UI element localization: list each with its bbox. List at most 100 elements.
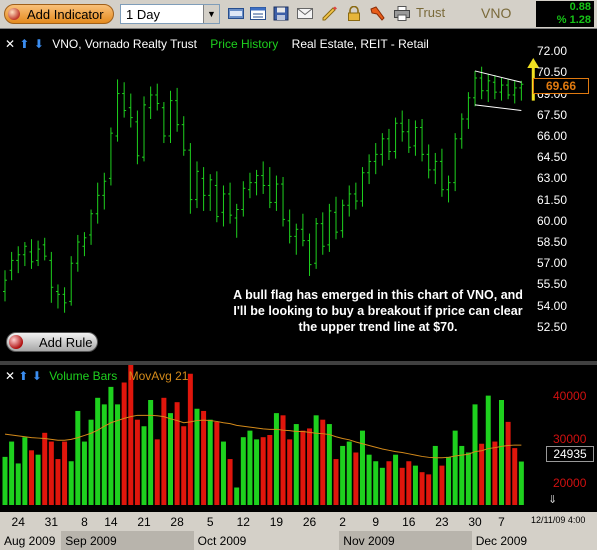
ohlc-bar — [214, 171, 219, 223]
month-label: Dec 2009 — [475, 534, 528, 548]
layout-icon[interactable] — [250, 6, 266, 21]
volume-bar — [161, 397, 167, 505]
ohlc-bar — [519, 80, 524, 101]
volume-bar — [412, 465, 418, 505]
ohlc-bar — [122, 82, 127, 118]
x-tick-label: 21 — [137, 515, 151, 529]
volume-panel-header: ✕ ⬆ ⬇ Volume Bars MovAvg 21 — [5, 369, 188, 383]
month-label: Oct 2009 — [197, 534, 247, 548]
ohlc-bar — [82, 232, 87, 257]
volume-bar — [340, 445, 346, 505]
price-panel-header: ✕ ⬆ ⬇ VNO, Vornado Realty Trust Price Hi… — [5, 37, 429, 51]
trust-label: Trust — [416, 5, 446, 20]
ohlc-bar — [426, 144, 431, 179]
ohlc-bar — [281, 176, 286, 227]
ohlc-bar — [89, 209, 94, 245]
ohlc-bar — [49, 251, 54, 303]
volume-bar — [359, 430, 365, 505]
arrow-down-icon[interactable]: ⬇ — [32, 369, 42, 383]
save-icon[interactable] — [273, 6, 289, 21]
x-tick-label: 28 — [170, 515, 184, 529]
volume-series-label[interactable]: Volume Bars — [49, 369, 117, 383]
ohlc-bar — [439, 148, 444, 197]
add-rule-button[interactable]: Add Rule — [6, 332, 98, 352]
volume-bar — [28, 450, 34, 505]
y-tick-label: 72.00 — [537, 44, 568, 59]
print-icon[interactable] — [394, 6, 410, 21]
period-select[interactable]: 1 Day ▼ — [120, 4, 220, 24]
ohlc-bar — [161, 102, 166, 144]
toolbar: Add Indicator 1 Day ▼ Trust VNO 0.88 % 1… — [0, 0, 597, 29]
volume-bar — [287, 439, 293, 505]
add-indicator-button[interactable]: Add Indicator — [4, 4, 114, 24]
volume-bar — [373, 461, 379, 505]
ohlc-bar — [75, 234, 80, 272]
ohlc-bar — [459, 113, 464, 149]
close-icon[interactable]: ✕ — [5, 37, 15, 51]
mail-icon[interactable] — [297, 6, 313, 21]
moving-average-label[interactable]: MovAvg 21 — [129, 369, 189, 383]
ohlc-bar — [340, 199, 345, 238]
volume-bar — [465, 452, 471, 505]
ohlc-bar — [327, 203, 332, 252]
volume-bar — [326, 424, 332, 505]
chart-app: Add Indicator 1 Day ▼ Trust VNO 0.88 % 1… — [0, 0, 597, 550]
annotation-text: A bull flag has emerged in this chart of… — [233, 288, 523, 334]
price-panel: ✕ ⬆ ⬇ VNO, Vornado Realty Trust Price Hi… — [0, 30, 597, 360]
volume-bar — [254, 439, 260, 505]
ohlc-bar — [254, 169, 259, 196]
y-tick-label: 63.00 — [537, 171, 568, 186]
volume-bar — [280, 415, 286, 505]
ohlc-bar — [55, 284, 60, 309]
y-tick-label: 20000 — [553, 476, 587, 491]
price-change: 0.88 — [569, 1, 591, 13]
date-axis[interactable]: 24 31 8 14 21 28 5 12 19 26 2 9 16 23 30 7 Aug 2009 Sep … — [0, 512, 597, 550]
ohlc-bar — [453, 133, 458, 192]
rule-icon — [9, 335, 23, 349]
lock-icon[interactable] — [346, 6, 362, 21]
x-tick-label: 16 — [402, 515, 416, 529]
ohlc-bar — [261, 161, 266, 194]
pencil-icon[interactable] — [322, 6, 338, 21]
volume-bar — [174, 402, 180, 505]
trendline-flag-lower — [474, 104, 522, 112]
ohlc-bar — [287, 209, 292, 244]
y-tick-label: 60.00 — [537, 213, 568, 228]
ohlc-bar — [506, 79, 511, 100]
ohlc-bar — [241, 181, 246, 217]
arrow-up-icon[interactable]: ⬆ — [18, 369, 28, 383]
arrow-up-icon[interactable]: ⬆ — [19, 37, 29, 51]
ohlc-bar — [69, 256, 74, 306]
month-label: Aug 2009 — [4, 534, 56, 548]
volume-chart[interactable] — [0, 365, 597, 512]
close-icon[interactable]: ✕ — [5, 369, 15, 383]
x-tick-label: 12 — [236, 515, 250, 529]
arrow-down-icon[interactable]: ⬇ — [34, 37, 44, 51]
indicator-icon — [8, 8, 20, 20]
volume-bar — [393, 454, 399, 505]
volume-bar — [187, 373, 193, 505]
volume-bar — [22, 437, 28, 505]
toggle-icon[interactable] — [228, 6, 244, 21]
chevron-down-icon[interactable]: ▼ — [203, 5, 219, 23]
ohlc-bar — [473, 70, 478, 107]
scroll-down-icon[interactable]: ⇓ — [548, 493, 557, 506]
ohlc-bar — [386, 128, 391, 161]
y-tick-label: 30000 — [553, 432, 587, 447]
ohlc-bar — [208, 174, 213, 211]
ohlc-bar — [175, 87, 180, 132]
volume-bar — [432, 445, 438, 505]
tools-icon[interactable] — [370, 6, 386, 21]
price-series-label[interactable]: Price History — [210, 37, 278, 51]
x-tick-label: 5 — [206, 515, 214, 529]
ohlc-bar — [446, 175, 451, 203]
x-tick-label: 14 — [104, 515, 118, 529]
symbol-label[interactable]: VNO — [481, 5, 511, 21]
ohlc-bar — [499, 78, 504, 101]
volume-bar — [55, 459, 61, 505]
ohlc-bar — [221, 185, 226, 227]
x-tick-label: 9 — [372, 515, 380, 529]
add-indicator-label: Add Indicator — [27, 7, 104, 22]
volume-bar — [141, 426, 147, 505]
ohlc-bar — [3, 270, 7, 302]
